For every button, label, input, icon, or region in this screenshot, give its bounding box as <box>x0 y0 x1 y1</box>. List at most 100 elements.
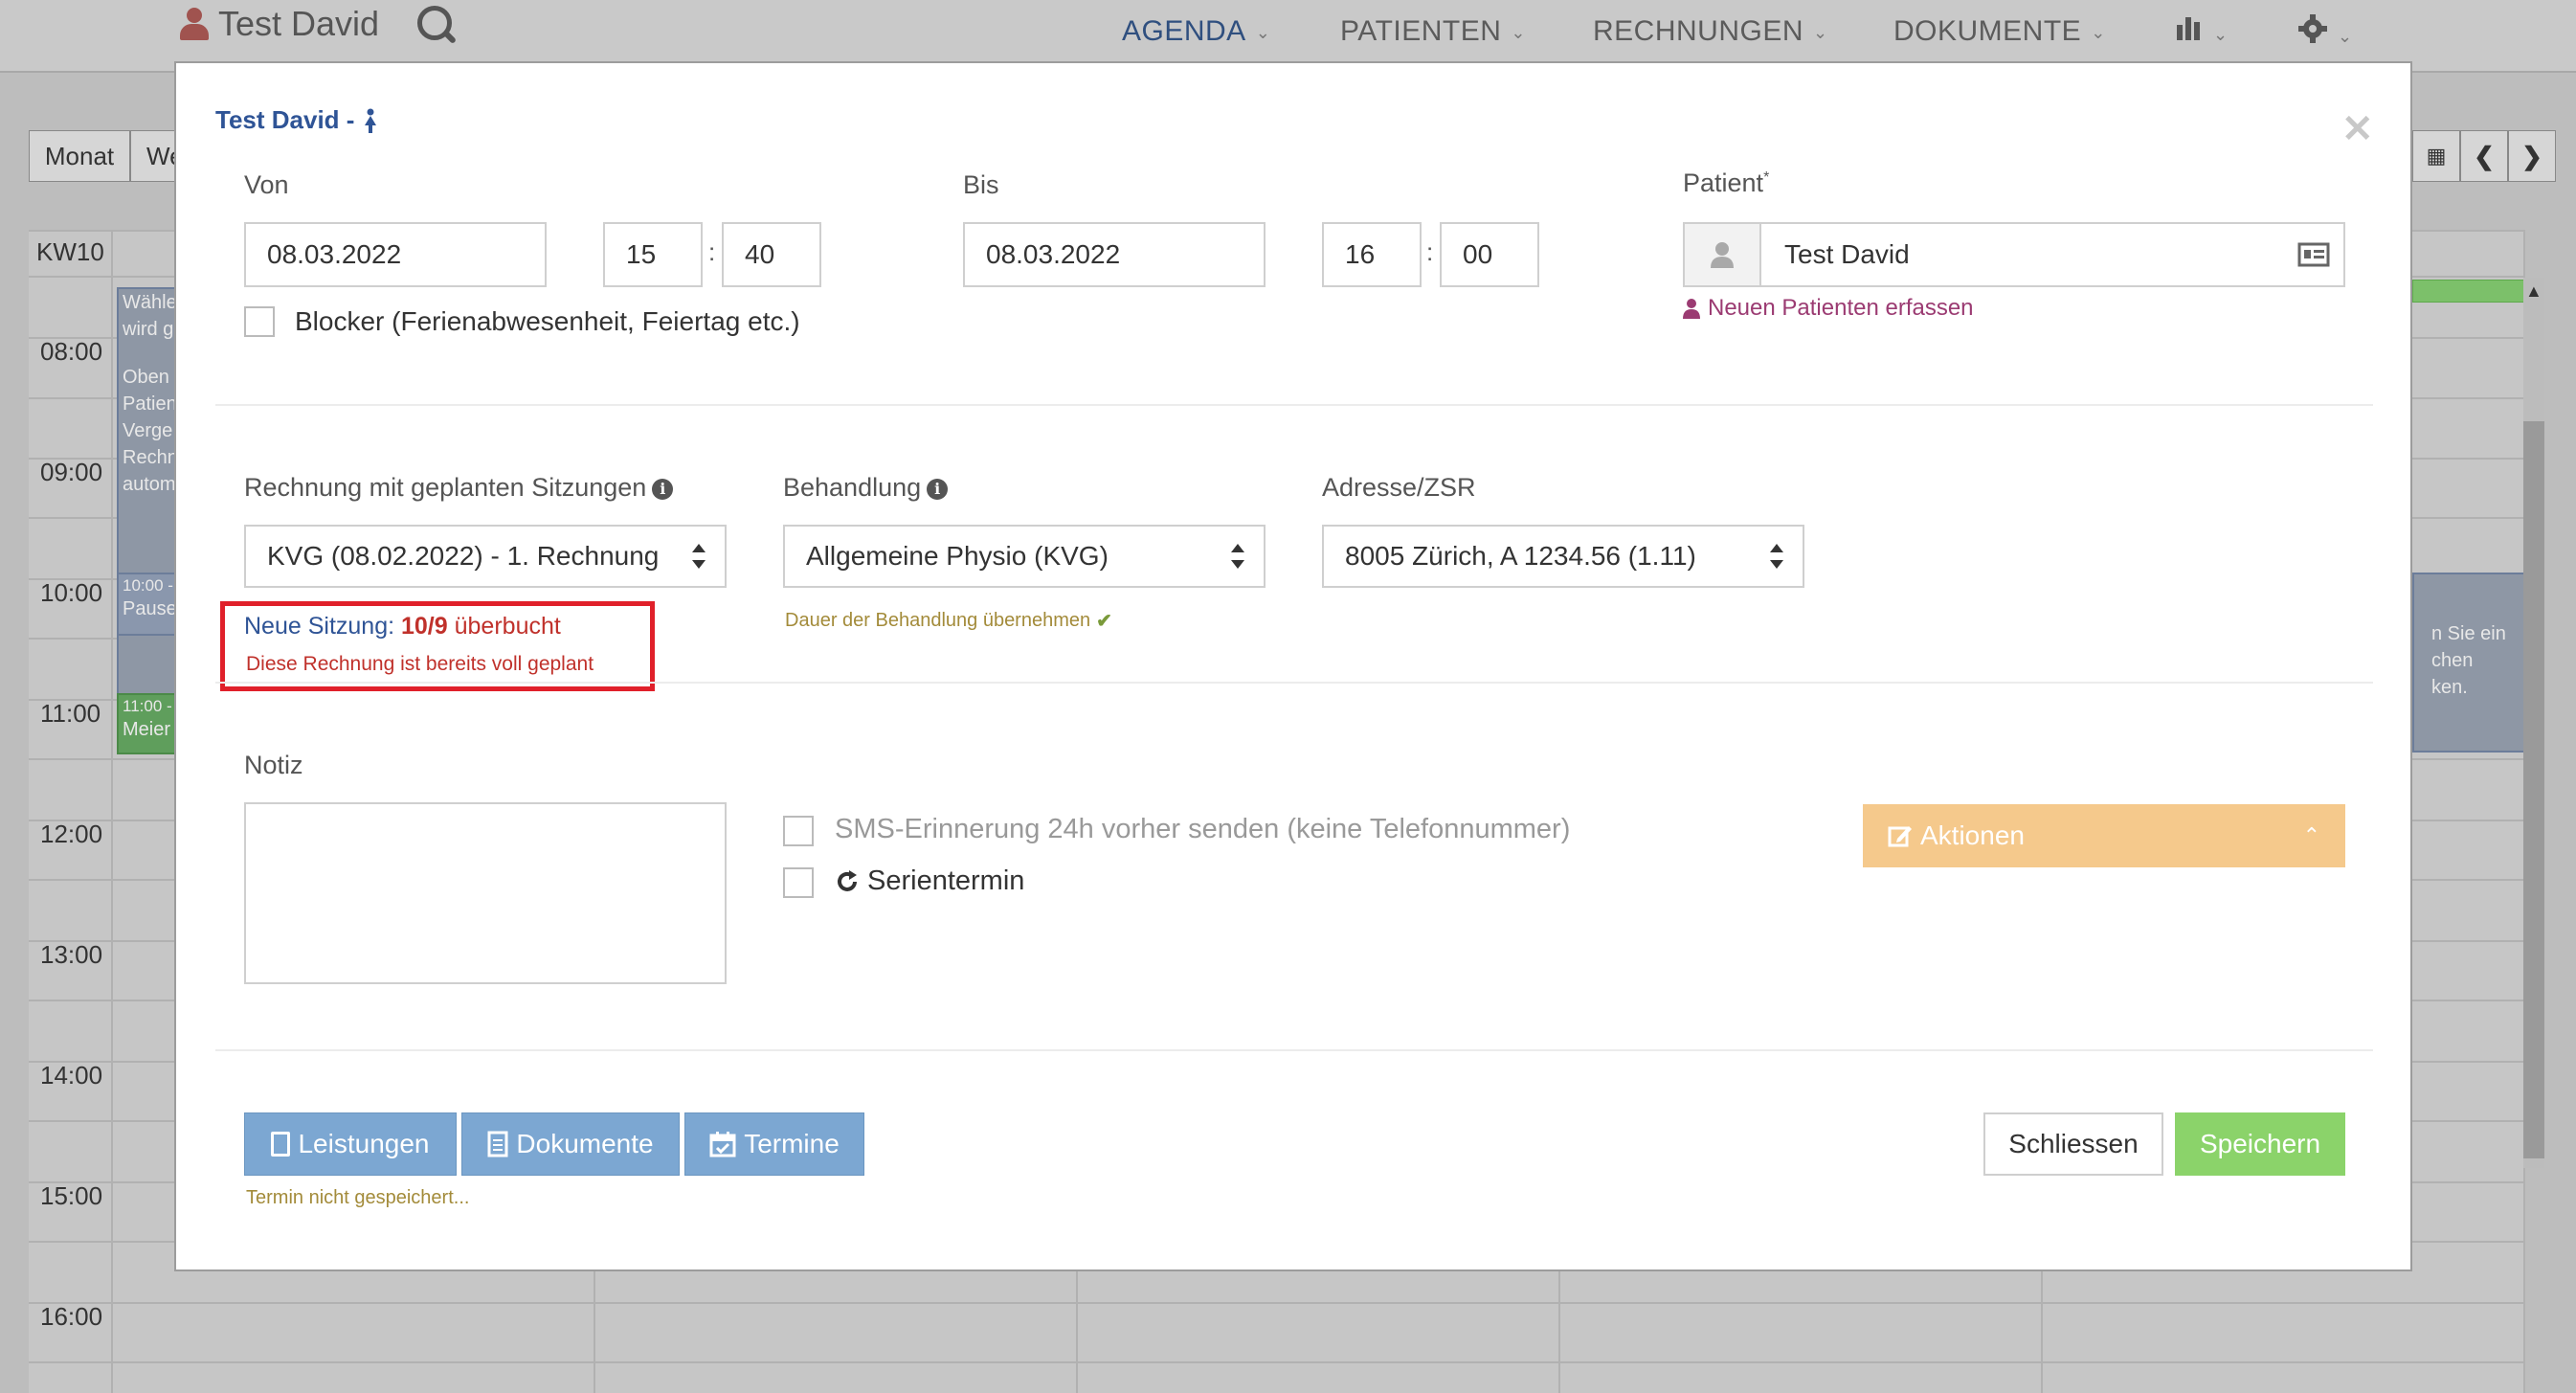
von-date-value: 08.03.2022 <box>267 239 402 269</box>
services-button-label: Leistungen <box>298 1129 430 1158</box>
calendar-check-icon <box>709 1132 736 1157</box>
invoice-label: Rechnung mit geplanten Sitzungen i <box>244 473 674 503</box>
close-icon[interactable]: ✕ <box>2341 107 2374 151</box>
chevron-up-icon: ⌃ <box>2302 823 2320 847</box>
time-label: 09:00 <box>40 458 103 486</box>
time-label: 15:00 <box>40 1181 103 1210</box>
invoice-select[interactable]: KVG (08.02.2022) - 1. Rechnung <box>244 525 727 588</box>
search-icon[interactable] <box>417 6 452 40</box>
bis-label: Bis <box>963 170 999 199</box>
scroll-up-arrow[interactable]: ▲ <box>2525 281 2542 302</box>
address-label: Adresse/ZSR <box>1322 473 1476 502</box>
address-select[interactable]: 8005 Zürich, A 1234.56 (1.11) <box>1322 525 1804 588</box>
calendar-event-green[interactable]: - <box>2412 280 2539 303</box>
nav-agenda[interactable]: AGENDA ⌄ <box>1122 15 1270 48</box>
nav-statistics[interactable]: ⌄ <box>2175 13 2229 50</box>
time-label: 12:00 <box>40 820 103 848</box>
time-label: 10:00 <box>40 578 103 607</box>
session-status: Neue Sitzung: 10/9 überbucht <box>244 613 561 640</box>
modal-title-text: Test David - <box>215 105 355 134</box>
documents-button[interactable]: Dokumente <box>461 1112 680 1176</box>
note-textarea[interactable] <box>244 802 727 984</box>
von-date-input[interactable]: 08.03.2022 <box>244 222 547 287</box>
bis-hour-input[interactable]: 16 <box>1322 222 1422 287</box>
time-label: 14:00 <box>40 1061 103 1090</box>
chevron-down-icon: ⌄ <box>1813 22 1828 42</box>
session-prefix: Neue Sitzung: <box>244 613 395 640</box>
session-overbooked: überbucht <box>454 613 561 640</box>
current-user[interactable]: Test David <box>180 4 379 44</box>
view-week-button[interactable]: We <box>130 130 184 182</box>
actions-label-text: Aktionen <box>1920 820 2025 850</box>
next-week-button[interactable]: ❯ <box>2508 130 2556 182</box>
nav-dokumente[interactable]: DOKUMENTE ⌄ <box>1893 15 2106 48</box>
close-button-label: Schliessen <box>2008 1129 2139 1158</box>
services-button[interactable]: Leistungen <box>244 1112 457 1176</box>
bis-date-input[interactable]: 08.03.2022 <box>963 222 1266 287</box>
patient-label-text: Patient <box>1683 169 1764 197</box>
checkmark-icon: ✔ <box>1096 611 1112 632</box>
appointment-modal: Test David - ✕ Von 08.03.2022 15 : 40 Bi… <box>174 61 2412 1271</box>
calendar-picker-button[interactable]: ▦ <box>2412 130 2460 182</box>
patient-name-value: Test David <box>1784 239 1910 269</box>
event-text: n Sie ein <box>2431 623 2506 644</box>
view-month-button[interactable]: Monat <box>29 130 130 182</box>
von-label: Von <box>244 170 289 199</box>
info-icon[interactable]: i <box>652 478 674 500</box>
user-icon <box>180 8 209 40</box>
save-button-label: Speichern <box>2199 1129 2321 1158</box>
von-hour-input[interactable]: 15 <box>603 222 703 287</box>
actions-dropdown[interactable]: Aktionen ⌃ <box>1863 804 2345 867</box>
calendar-event-note[interactable]: n Sie ein chen ken. <box>2412 573 2539 753</box>
duration-hint[interactable]: Dauer der Behandlung übernehmen ✔ <box>785 609 1112 633</box>
documents-button-label: Dokumente <box>516 1129 654 1158</box>
chevron-left-icon: ❮ <box>2474 141 2495 170</box>
required-marker: * <box>1763 169 1770 186</box>
info-icon[interactable]: i <box>927 478 949 500</box>
prev-week-button[interactable]: ❮ <box>2460 130 2508 182</box>
treatment-label: Behandlung i <box>783 473 949 503</box>
modal-title: Test David - <box>215 105 379 135</box>
chevron-down-icon: ⌄ <box>2213 24 2229 44</box>
chevron-down-icon: ⌄ <box>2091 22 2106 42</box>
bis-minute-input[interactable]: 00 <box>1440 222 1539 287</box>
refresh-icon <box>838 869 857 891</box>
von-minute-input[interactable]: 40 <box>722 222 821 287</box>
patient-input[interactable]: Test David <box>1683 222 2345 287</box>
week-number-label: KW10 <box>36 237 104 266</box>
nav-patienten[interactable]: PATIENTEN ⌄ <box>1340 15 1526 48</box>
appointments-button-label: Termine <box>744 1129 840 1158</box>
nav-settings[interactable]: ⌄ <box>2297 13 2353 52</box>
treatment-label-text: Behandlung <box>783 473 922 502</box>
close-button[interactable]: Schliessen <box>1983 1112 2163 1176</box>
new-patient-link[interactable]: Neuen Patienten erfassen <box>1683 295 1974 322</box>
section-divider <box>215 1049 2373 1051</box>
section-divider <box>215 404 2373 406</box>
session-warning: Diese Rechnung ist bereits voll geplant <box>246 653 594 675</box>
calendar-scrollbar-thumb[interactable] <box>2523 421 2544 1158</box>
document-icon <box>487 1131 508 1157</box>
series-label-text: Serientermin <box>867 865 1025 896</box>
current-user-name: Test David <box>218 4 380 43</box>
event-text: chen <box>2431 650 2474 671</box>
event-text: ken. <box>2431 677 2468 698</box>
von-minute-value: 40 <box>745 239 775 269</box>
time-label: 08:00 <box>40 337 103 366</box>
blocker-checkbox[interactable] <box>244 306 275 337</box>
sms-reminder-checkbox[interactable] <box>783 816 814 846</box>
actions-label: Aktionen <box>1888 820 2025 851</box>
save-button[interactable]: Speichern <box>2175 1112 2345 1176</box>
appointments-button[interactable]: Termine <box>684 1112 864 1176</box>
series-checkbox[interactable] <box>783 867 814 898</box>
patient-label: Patient* <box>1683 169 1769 198</box>
nav-rechnungen[interactable]: RECHNUNGEN ⌄ <box>1593 15 1828 48</box>
sms-reminder-label: SMS-Erinnerung 24h vorher senden (keine … <box>835 814 1571 844</box>
chevron-down-icon: ⌄ <box>1255 22 1271 42</box>
bis-date-value: 08.03.2022 <box>986 239 1121 269</box>
note-label: Notiz <box>244 751 303 779</box>
time-separator: : <box>1426 237 1434 266</box>
treatment-select[interactable]: Allgemeine Physio (KVG) <box>783 525 1266 588</box>
contact-card-icon[interactable] <box>2297 242 2330 267</box>
nav-rechnungen-label: RECHNUNGEN <box>1593 15 1804 47</box>
time-label: 16:00 <box>40 1302 103 1331</box>
